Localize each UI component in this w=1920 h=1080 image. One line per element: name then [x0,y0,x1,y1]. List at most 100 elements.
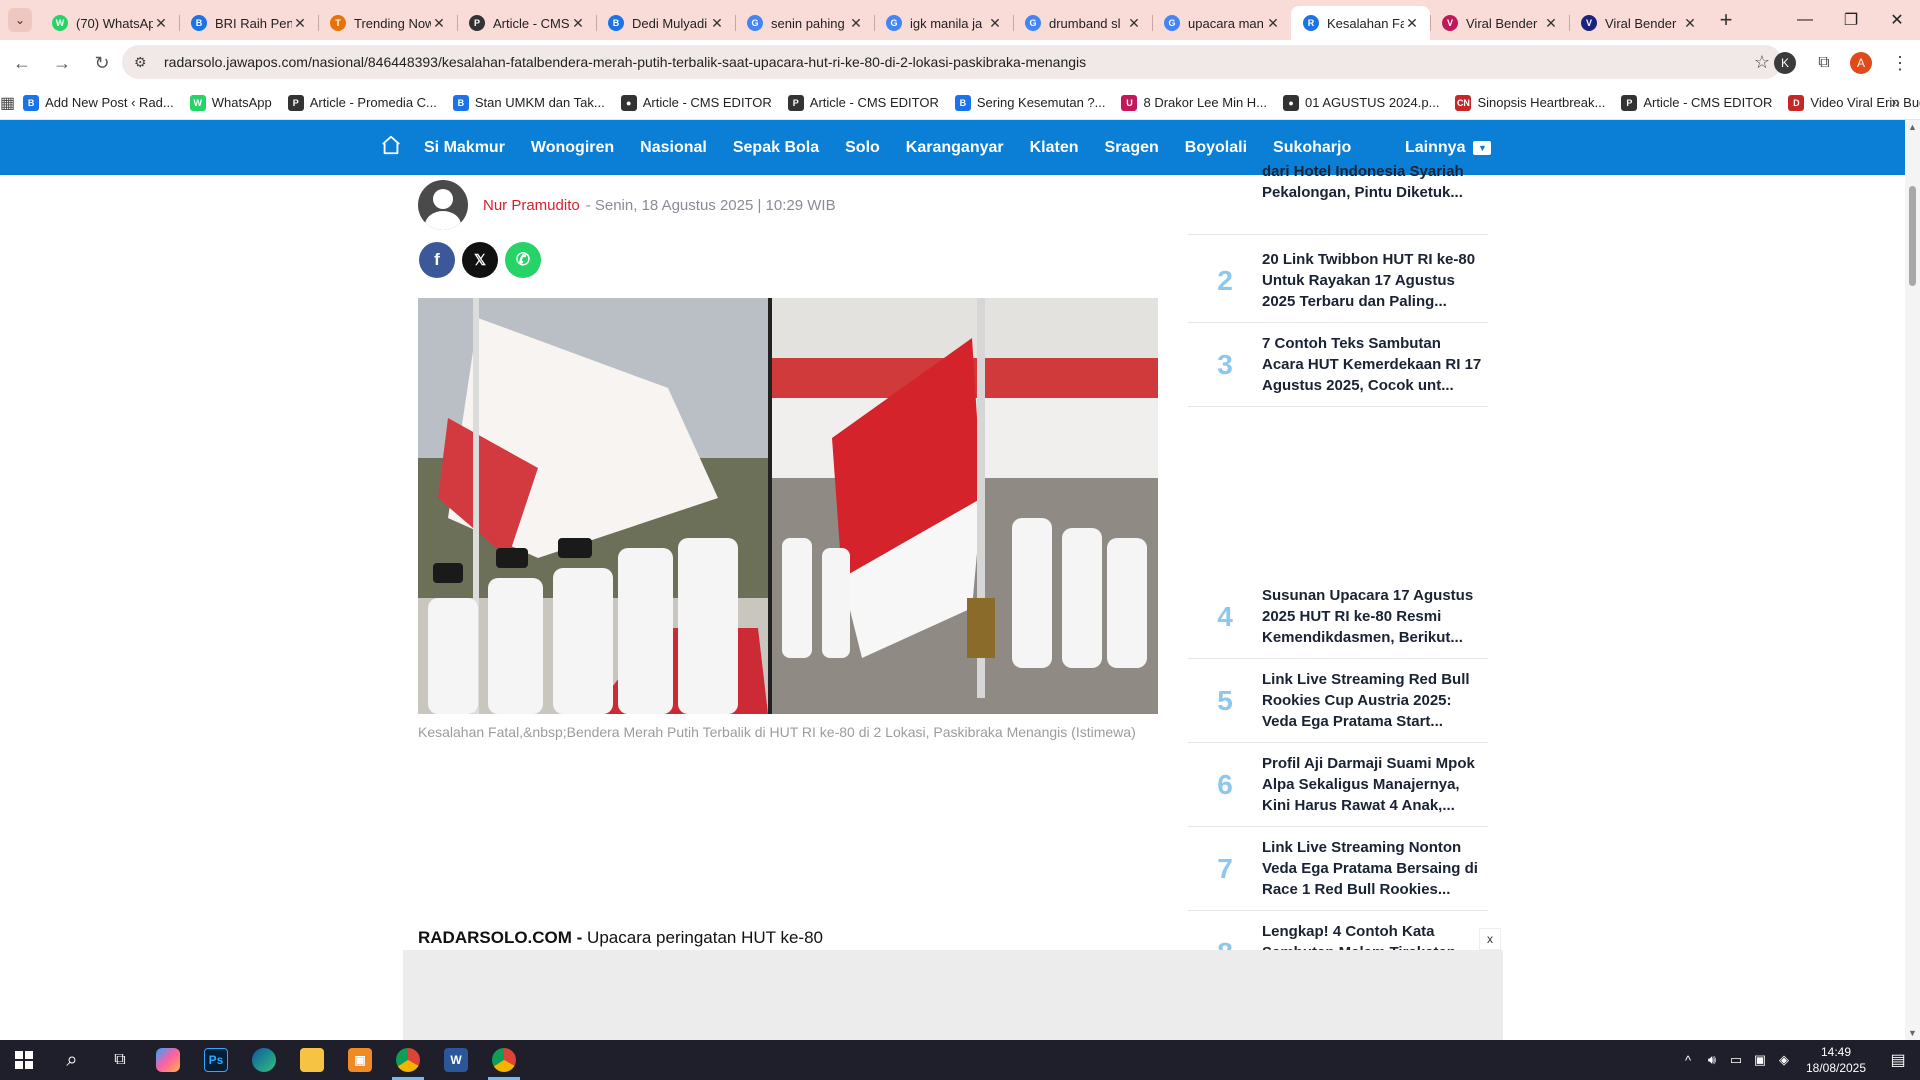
trending-title[interactable]: 7 Contoh Teks Sambutan Acara HUT Kemerde… [1262,333,1482,396]
nav-item[interactable]: Nasional [640,139,707,157]
minimize-button[interactable]: — [1782,0,1828,40]
copilot-button[interactable] [144,1040,192,1080]
tab-close-icon[interactable]: ✕ [570,15,586,32]
tab-close-icon[interactable]: ✕ [1265,15,1281,32]
forward-button[interactable]: → [44,45,80,81]
whatsapp-share-button[interactable]: ✆ [505,242,541,278]
reload-button[interactable]: ↻ [84,45,120,81]
trending-title[interactable]: dari Hotel Indonesia Syariah Pekalongan,… [1262,161,1482,224]
browser-tab[interactable]: W (70) WhatsApp✕ [40,6,179,40]
address-bar[interactable]: ⚙ radarsolo.jawapos.com/nasional/8464483… [122,45,1782,79]
nav-item[interactable]: Sragen [1105,139,1159,157]
tab-close-icon[interactable]: ✕ [848,15,864,32]
page-scrollbar[interactable]: ▲ ▼ [1905,120,1920,1040]
browser-tab[interactable]: R Kesalahan Fa ✕ [1291,6,1430,40]
start-button[interactable] [0,1040,48,1080]
nav-item[interactable]: Solo [845,139,880,157]
edge-button[interactable] [240,1040,288,1080]
browser-tab[interactable]: Gdrumband sl ✕ [1013,6,1152,40]
tab-close-icon[interactable]: ✕ [431,15,447,32]
notifications-icon[interactable]: ▤ [1876,1050,1920,1070]
browser-tab[interactable]: Gigk manila ja ✕ [874,6,1013,40]
search-button[interactable]: ⌕ [48,1040,96,1080]
app-orange-button[interactable]: ▣ [336,1040,384,1080]
word-button[interactable]: W [432,1040,480,1080]
x-share-button[interactable]: 𝕏 [462,242,498,278]
bookmark-item[interactable]: P Article - CMS EDITOR [1613,94,1780,111]
browser-menu-icon[interactable]: ⋮ [1882,45,1918,81]
ad-close-button[interactable]: x [1479,928,1501,950]
chrome-button-2[interactable] [480,1040,528,1080]
browser-tab[interactable]: B BRI Raih Peng✕ [179,6,318,40]
site-info-icon[interactable]: ⚙ [134,54,154,71]
bookmark-item[interactable]: ● 01 AGUSTUS 2024.p... [1275,94,1447,111]
tab-close-icon[interactable]: ✕ [709,15,725,32]
scrollbar-thumb[interactable] [1909,186,1916,286]
trending-item[interactable]: 7 Link Live Streaming Nonton Veda Ega Pra… [1188,827,1488,911]
browser-tab[interactable]: T Trending Now ✕ [318,6,457,40]
bookmark-item[interactable]: B Stan UMKM dan Tak... [445,94,613,111]
nav-item[interactable]: Si Makmur [424,139,505,157]
bookmark-item[interactable]: W WhatsApp [182,94,280,111]
tab-search-button[interactable]: ⌄ [0,0,40,40]
task-view-button[interactable]: ⧉ [96,1040,144,1080]
bookmark-item[interactable]: P Article - Promedia C... [280,94,445,111]
browser-tab[interactable]: Gsenin pahing ✕ [735,6,874,40]
trending-title[interactable]: Link Live Streaming Red Bull Rookies Cup… [1262,669,1482,732]
browser-tab[interactable]: V Viral Bender ✕ [1430,6,1569,40]
tab-close-icon[interactable]: ✕ [1682,15,1698,32]
trending-title[interactable]: Profil Aji Darmaji Suami Mpok Alpa Sekal… [1262,753,1482,816]
clock[interactable]: 14:49 18/08/2025 [1796,1044,1876,1076]
bookmark-item[interactable]: B Sering Kesemutan ?... [947,94,1114,111]
more-bookmarks-icon[interactable]: » [1891,94,1900,112]
file-explorer-button[interactable] [288,1040,336,1080]
trending-item[interactable]: 3 7 Contoh Teks Sambutan Acara HUT Kemerd… [1188,323,1488,407]
restore-button[interactable]: ❐ [1828,0,1874,40]
browser-tab[interactable]: P Article - CMS ✕ [457,6,596,40]
author-name[interactable]: Nur Pramudito [483,197,580,214]
browser-tab[interactable]: Gupacara man ✕ [1152,6,1291,40]
home-icon[interactable] [380,134,402,156]
bookmark-item[interactable]: U 8 Drakor Lee Min H... [1113,94,1275,111]
nav-item[interactable]: Sepak Bola [733,139,819,157]
security-icon[interactable]: ◈ [1772,1052,1796,1068]
new-tab-button[interactable]: + [1708,7,1744,33]
trending-item[interactable]: 4 Susunan Upacara 17 Agustus 2025 HUT RI … [1188,575,1488,659]
profile-k-button[interactable]: K [1768,45,1804,81]
trending-item[interactable]: dari Hotel Indonesia Syariah Pekalongan,… [1188,151,1488,235]
display-icon[interactable]: ▣ [1748,1052,1772,1068]
scroll-down-icon[interactable]: ▼ [1908,1028,1917,1038]
tab-close-icon[interactable]: ✕ [1126,15,1142,32]
trending-item[interactable]: 2 20 Link Twibbon HUT RI ke-80 Untuk Raya… [1188,239,1488,323]
tab-close-icon[interactable]: ✕ [1543,15,1559,32]
trending-item[interactable]: 6 Profil Aji Darmaji Suami Mpok Alpa Seka… [1188,743,1488,827]
tab-close-icon[interactable]: ✕ [1404,15,1420,32]
trending-title[interactable]: Susunan Upacara 17 Agustus 2025 HUT RI k… [1262,585,1482,648]
tab-close-icon[interactable]: ✕ [987,15,1003,32]
scroll-up-icon[interactable]: ▲ [1908,122,1917,132]
close-window-button[interactable]: ✕ [1874,0,1920,40]
nav-item[interactable]: Wonogiren [531,139,614,157]
tab-close-icon[interactable]: ✕ [292,15,308,32]
tab-close-icon[interactable]: ✕ [153,15,169,32]
chevron-up-icon[interactable]: ^ [1676,1053,1700,1068]
extensions-icon[interactable]: ⧉ [1806,45,1842,81]
apps-grid-icon[interactable]: ▦ [0,93,15,113]
profile-a-button[interactable]: A [1844,45,1880,81]
volume-icon[interactable]: 🔊︎ [1700,1052,1724,1068]
trending-title[interactable]: Link Live Streaming Nonton Veda Ega Prat… [1262,837,1482,900]
network-icon[interactable]: ▭ [1724,1052,1748,1068]
chrome-button[interactable] [384,1040,432,1080]
photoshop-button[interactable]: Ps [192,1040,240,1080]
nav-item[interactable]: Karanganyar [906,139,1004,157]
bookmark-item[interactable]: ● Article - CMS EDITOR [613,94,780,111]
trending-item[interactable]: 5 Link Live Streaming Red Bull Rookies Cu… [1188,659,1488,743]
back-button[interactable]: ← [4,45,40,81]
bookmark-item[interactable]: CN Sinopsis Heartbreak... [1447,94,1613,111]
nav-item[interactable]: Klaten [1030,139,1079,157]
trending-title[interactable]: 20 Link Twibbon HUT RI ke-80 Untuk Rayak… [1262,249,1482,312]
bookmark-item[interactable]: B Add New Post ‹ Rad... [15,94,182,111]
browser-tab[interactable]: B Dedi Mulyadi ✕ [596,6,735,40]
facebook-share-button[interactable]: f [419,242,455,278]
bookmark-item[interactable]: P Article - CMS EDITOR [780,94,947,111]
